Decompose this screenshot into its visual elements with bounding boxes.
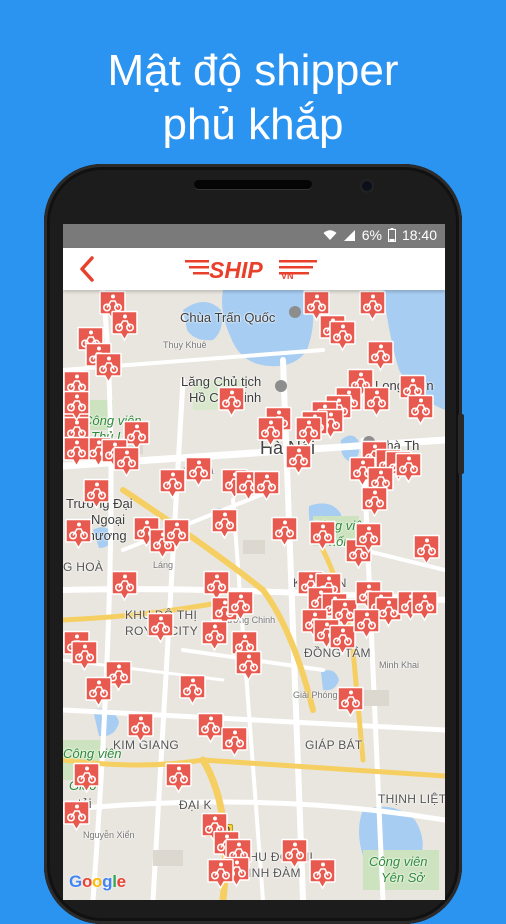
- signal-icon: [343, 230, 355, 241]
- map-label: Yên Sở: [381, 870, 425, 885]
- shipper-pin-icon[interactable]: [207, 858, 234, 890]
- shipper-pin-icon[interactable]: [185, 456, 212, 488]
- shipper-pin-icon[interactable]: [235, 650, 262, 682]
- shipper-pin-icon[interactable]: [111, 570, 138, 602]
- clock: 18:40: [401, 227, 437, 243]
- shipper-pin-icon[interactable]: [218, 386, 245, 418]
- shipper-pin-icon[interactable]: [113, 446, 140, 478]
- map-label: Ngoại: [91, 512, 125, 527]
- shipper-pin-icon[interactable]: [201, 620, 228, 652]
- headline-line-1: Mật độ shipper: [107, 46, 399, 95]
- shipper-pin-icon[interactable]: [165, 762, 192, 794]
- shipper-pin-icon[interactable]: [363, 386, 390, 418]
- map-label: Nguyễn Xiển: [83, 830, 135, 840]
- shipper-pin-icon[interactable]: [329, 320, 356, 352]
- map-label: Thụy Khuê: [163, 340, 207, 350]
- back-arrow-icon[interactable]: [73, 254, 103, 284]
- logo-vn-text: VN: [281, 271, 294, 281]
- shipper-pin-icon[interactable]: [271, 516, 298, 548]
- phone-side-button: [458, 414, 464, 474]
- shipper-pin-icon[interactable]: [197, 712, 224, 744]
- shipper-pin-icon[interactable]: [71, 640, 98, 672]
- status-bar: 6% 18:40: [63, 224, 445, 248]
- wifi-icon: [323, 230, 337, 240]
- map-label: THỊNH LIỆT: [378, 792, 445, 806]
- shipper-pin-icon[interactable]: [395, 452, 422, 484]
- map-label: Công viên: [369, 854, 428, 869]
- shipper-pin-icon[interactable]: [95, 352, 122, 384]
- logo-ship-text: SHIP: [209, 257, 263, 281]
- shipper-pin-icon[interactable]: [179, 674, 206, 706]
- headline-line-2: phủ khắp: [162, 100, 344, 149]
- shipper-pin-icon[interactable]: [413, 534, 440, 566]
- shipper-pin-icon[interactable]: [163, 518, 190, 550]
- map-label: Công viên: [63, 746, 122, 761]
- shipper-pin-icon[interactable]: [253, 470, 280, 502]
- shipper-pin-icon[interactable]: [353, 608, 380, 640]
- shipper-pin-icon[interactable]: [257, 416, 284, 448]
- phone-camera: [362, 181, 372, 191]
- battery-percent: 6%: [361, 227, 382, 243]
- shipper-pin-icon[interactable]: [85, 676, 112, 708]
- shipper-pin-icon[interactable]: [329, 624, 356, 656]
- shipper-pin-icon[interactable]: [63, 800, 90, 832]
- phone-screen: 6% 18:40 SHIP VN Chùa Trấn Quốc Lăng Chủ…: [63, 224, 445, 900]
- shipper-pin-icon[interactable]: [309, 858, 336, 890]
- shipper-pin-icon[interactable]: [227, 590, 254, 622]
- shipper-pin-icon[interactable]: [361, 486, 388, 518]
- shipper-pin-icon[interactable]: [147, 612, 174, 644]
- app-bar: SHIP VN: [63, 248, 445, 290]
- shipvn-logo: SHIP VN: [185, 257, 317, 281]
- delivery-map[interactable]: Chùa Trấn QuốcLăng Chủ tịchHồ Chí MinhHà…: [63, 290, 445, 900]
- shipper-pin-icon[interactable]: [83, 478, 110, 510]
- shipper-pin-icon[interactable]: [63, 436, 90, 468]
- map-label: Chùa Trấn Quốc: [180, 310, 276, 325]
- shipper-pin-icon[interactable]: [63, 390, 90, 422]
- map-label: G HOÀ: [63, 560, 104, 574]
- battery-icon: [387, 228, 396, 242]
- map-label: Láng: [153, 560, 174, 570]
- shipper-pin-icon[interactable]: [221, 726, 248, 758]
- phone-speaker: [194, 180, 312, 189]
- map-label: Giải Phóng: [293, 690, 338, 700]
- shipper-pin-icon[interactable]: [211, 508, 238, 540]
- google-attribution: Google: [69, 872, 126, 891]
- shipper-pin-icon[interactable]: [65, 518, 92, 550]
- map-label: Minh Khai: [379, 660, 420, 670]
- shipper-pin-icon[interactable]: [111, 310, 138, 342]
- shipper-pin-icon[interactable]: [309, 520, 336, 552]
- shipper-pin-icon[interactable]: [359, 290, 386, 322]
- map-label: GIÁP BÁT: [305, 738, 363, 752]
- shipper-pin-icon[interactable]: [285, 444, 312, 476]
- shipper-pin-icon[interactable]: [73, 762, 100, 794]
- map-label: ĐẠI K: [179, 798, 212, 812]
- shipper-pin-icon[interactable]: [411, 590, 438, 622]
- shipper-pin-icon[interactable]: [159, 468, 186, 500]
- shipper-pin-icon[interactable]: [407, 394, 434, 426]
- shipper-pin-icon[interactable]: [281, 838, 308, 870]
- shipper-pin-icon[interactable]: [355, 522, 382, 554]
- shipper-pin-icon[interactable]: [337, 686, 364, 718]
- promo-headline: Mật độ shipper phủ khắp: [0, 44, 506, 152]
- shipper-pin-icon[interactable]: [127, 712, 154, 744]
